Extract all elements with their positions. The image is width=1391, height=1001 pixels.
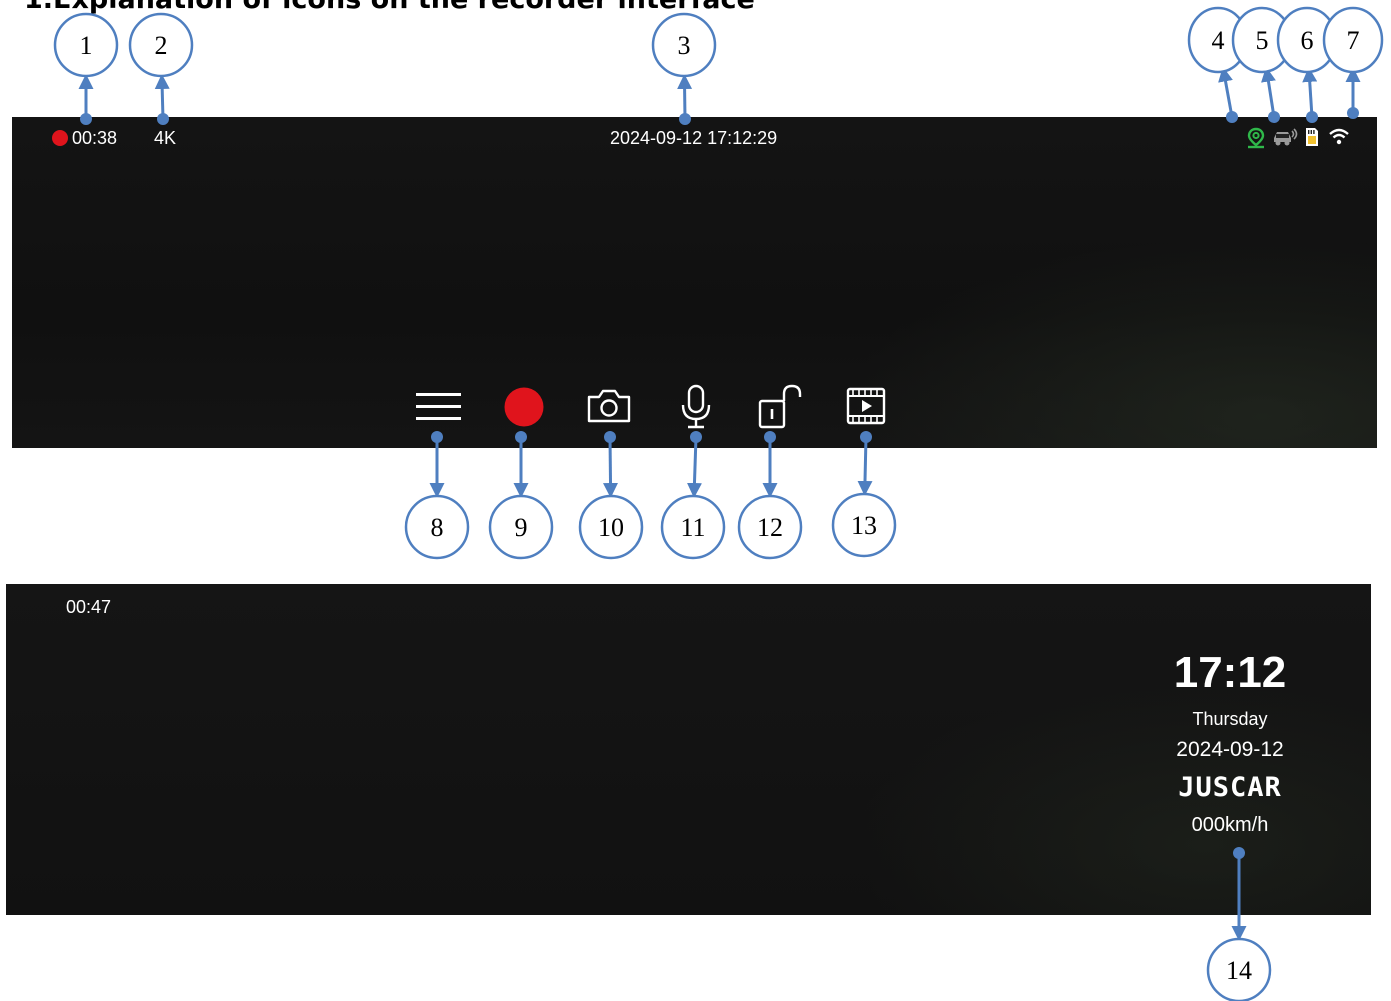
callout-overlay: 1 2 3 4 5 6 78 9 10 11 12 1314 bbox=[53, 6, 1384, 1001]
callout-arrow bbox=[857, 436, 873, 497]
callout-number: 12 bbox=[757, 513, 783, 542]
callout-arrow bbox=[686, 436, 702, 499]
callout-arrow bbox=[1218, 66, 1234, 118]
callout-arrow bbox=[154, 73, 170, 120]
callout-10: 10 bbox=[578, 431, 644, 560]
callout-13: 13 bbox=[831, 431, 897, 558]
callout-dot bbox=[515, 431, 527, 443]
callout-14: 14 bbox=[1206, 847, 1272, 1001]
callout-number: 9 bbox=[515, 513, 528, 542]
callout-dot bbox=[1233, 847, 1245, 859]
callout-dot bbox=[764, 431, 776, 443]
callout-number: 4 bbox=[1212, 26, 1225, 55]
callout-dot bbox=[431, 431, 443, 443]
callout-dot bbox=[860, 431, 872, 443]
callout-number: 5 bbox=[1256, 26, 1269, 55]
callout-number: 10 bbox=[598, 513, 624, 542]
callout-11: 11 bbox=[660, 431, 726, 560]
callout-number: 2 bbox=[155, 31, 168, 60]
callout-dot bbox=[1347, 107, 1359, 119]
callout-dot bbox=[80, 113, 92, 125]
callout-dot bbox=[1226, 111, 1238, 123]
callouts: 1 2 3 4 5 6 78 9 10 11 12 1314 bbox=[53, 6, 1384, 1001]
callout-3: 3 bbox=[651, 12, 717, 125]
callout-1: 1 bbox=[53, 12, 119, 125]
callout-number: 3 bbox=[678, 31, 691, 60]
callout-dot bbox=[157, 113, 169, 125]
callout-number: 11 bbox=[680, 513, 705, 542]
callout-dot bbox=[1306, 111, 1318, 123]
callout-number: 7 bbox=[1347, 26, 1360, 55]
callout-arrow bbox=[603, 436, 619, 499]
callout-2: 2 bbox=[128, 12, 194, 125]
callout-arrow bbox=[1302, 66, 1318, 118]
callout-number: 14 bbox=[1226, 956, 1252, 985]
callout-number: 13 bbox=[851, 511, 877, 540]
callout-9: 9 bbox=[488, 431, 554, 560]
callout-arrow bbox=[1261, 66, 1276, 118]
callout-12: 12 bbox=[737, 431, 803, 560]
callout-7: 7 bbox=[1322, 6, 1384, 119]
callout-number: 1 bbox=[80, 31, 93, 60]
callout-dot bbox=[1268, 111, 1280, 123]
callout-dot bbox=[679, 113, 691, 125]
callout-arrow bbox=[677, 73, 693, 120]
callout-dot bbox=[690, 431, 702, 443]
callout-number: 6 bbox=[1301, 26, 1314, 55]
callout-dot bbox=[604, 431, 616, 443]
callout-8: 8 bbox=[404, 431, 470, 560]
callout-number: 8 bbox=[431, 513, 444, 542]
